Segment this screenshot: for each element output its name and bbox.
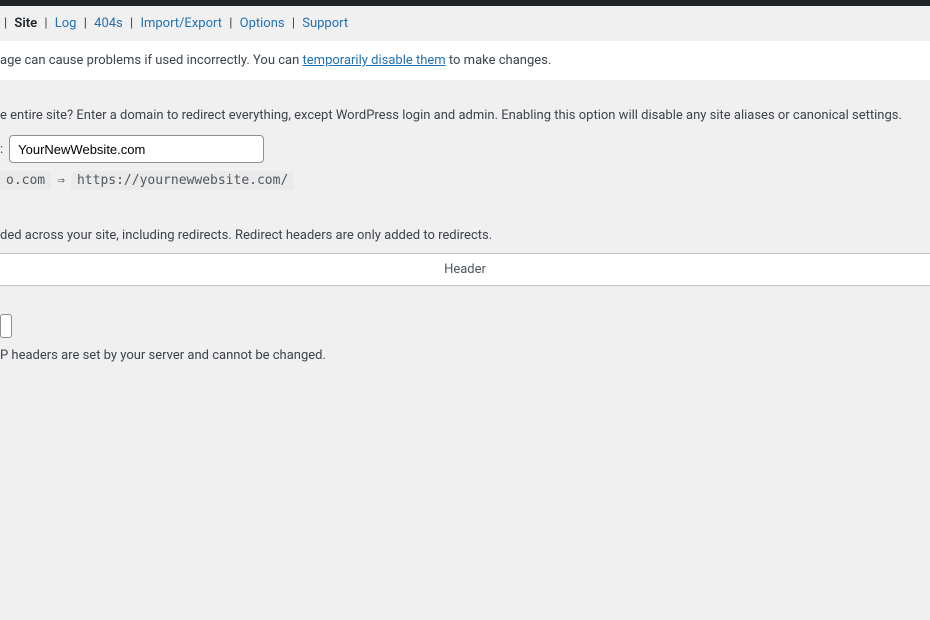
tab-options[interactable]: Options [240,16,285,31]
tab-separator: | [126,16,137,31]
tab-separator: | [40,16,51,31]
tab-import-export[interactable]: Import/Export [140,16,222,31]
tab-site[interactable]: Site [14,16,37,31]
headers-table-header: Header [0,253,930,286]
tab-separator: | [225,16,236,31]
tab-separator: | [288,16,299,31]
redirect-from-code: o.com [0,171,51,190]
headers-description: ded across your site, including redirect… [0,198,930,253]
relocate-label: : [0,142,3,157]
tab-404s[interactable]: 404s [94,16,123,31]
warning-banner: age can cause problems if used incorrect… [0,41,930,80]
headers-note: P headers are set by your server and can… [0,348,930,363]
warning-text-prefix: age can cause problems if used incorrect… [0,53,303,68]
header-select[interactable] [0,314,12,338]
redirect-arrow: ⇒ [57,173,65,188]
tab-separator: | [0,16,11,31]
tab-support[interactable]: Support [302,16,348,31]
page-content: | Site | Log | 404s | Import/Export | Op… [0,6,930,363]
warning-text-suffix: to make changes. [446,53,552,68]
tab-log[interactable]: Log [55,16,77,31]
redirect-example: o.com ⇒ https://yournewwebsite.com/ [0,171,930,190]
tab-nav: | Site | Log | 404s | Import/Export | Op… [0,6,930,41]
disable-link[interactable]: temporarily disable them [303,53,446,68]
relocate-input-row: : [0,135,930,163]
relocate-description: e entire site? Enter a domain to redirec… [0,80,930,135]
tab-separator: | [80,16,91,31]
relocate-domain-input[interactable] [9,135,264,163]
redirect-to-code: https://yournewwebsite.com/ [71,171,294,190]
